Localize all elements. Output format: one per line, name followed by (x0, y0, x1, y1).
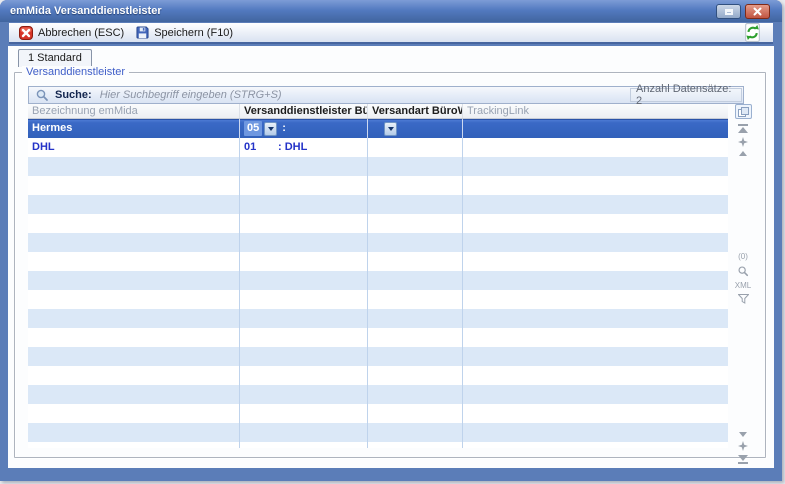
tab-standard[interactable]: 1 Standard (18, 49, 92, 67)
dropdown-button[interactable] (264, 122, 277, 136)
xml-export-icon[interactable]: XML (735, 281, 751, 290)
table-row-empty (28, 442, 728, 448)
filter-icon[interactable] (738, 294, 749, 304)
groupbox-label: Versanddienstleister (22, 66, 129, 78)
column-chooser-icon (738, 107, 749, 117)
search-placeholder: Hier Suchbegriff eingeben (STRG+S) (100, 89, 282, 101)
code-suffix: : DHL (278, 138, 307, 157)
title-bar[interactable]: emMida Versanddienstleister (0, 0, 782, 22)
chevron-down-icon (268, 127, 274, 131)
zoom-search-icon[interactable] (737, 265, 749, 277)
maximize-icon (725, 9, 733, 15)
search-input[interactable]: Suche: Hier Suchbegriff eingeben (STRG+S… (28, 86, 744, 104)
grid-body-empty (28, 157, 728, 448)
cell-trackinglink[interactable] (463, 138, 728, 157)
table-row[interactable]: DHL 01 : DHL (28, 138, 728, 157)
grid-header: Bezeichnung emMida Versanddienstleister … (28, 104, 728, 119)
save-button-label: Speichern (F10) (154, 27, 233, 39)
search-label: Suche: (55, 89, 92, 101)
cell-versandart[interactable] (368, 138, 463, 157)
window-border-bottom (0, 468, 782, 481)
table-row-empty (28, 233, 728, 252)
scroll-bottom-button[interactable] (738, 455, 748, 464)
dropdown-button[interactable] (384, 122, 397, 136)
screen: emMida Versanddienstleister (0, 0, 785, 484)
cell-trackinglink[interactable] (463, 119, 728, 138)
code-chip[interactable]: 05 (244, 121, 262, 136)
code-value: 01 (244, 138, 278, 157)
cell-versanddienstleister[interactable]: 01 : DHL (240, 138, 368, 157)
cell-versandart[interactable] (368, 119, 463, 138)
save-button[interactable]: Speichern (F10) (132, 24, 241, 42)
record-count: Anzahl Datensätze: 2 (630, 88, 742, 102)
table-row-empty (28, 347, 728, 366)
table-row-empty (28, 404, 728, 423)
column-header-trackinglink[interactable]: TrackingLink (463, 104, 728, 118)
table-row-empty (28, 423, 728, 442)
column-chooser-button[interactable] (735, 104, 752, 119)
record-indicator-icon[interactable]: (0) (738, 252, 748, 261)
scroll-up-icon[interactable] (739, 151, 747, 156)
save-icon (136, 26, 149, 39)
window-title: emMida Versanddienstleister (0, 5, 162, 17)
data-grid: Bezeichnung emMida Versanddienstleister … (28, 104, 728, 448)
app-window: emMida Versanddienstleister (0, 0, 782, 481)
refresh-button[interactable] (739, 23, 765, 42)
search-icon (35, 88, 49, 102)
table-row-empty (28, 366, 728, 385)
scroll-up-page-icon[interactable] (738, 137, 748, 147)
table-row-empty (28, 328, 728, 347)
close-icon (753, 7, 762, 16)
maximize-button[interactable] (716, 4, 741, 19)
table-row-empty (28, 385, 728, 404)
table-row-empty (28, 309, 728, 328)
cell-bezeichnung[interactable]: DHL (28, 138, 240, 157)
table-row-empty (28, 214, 728, 233)
cancel-button-label: Abbrechen (ESC) (38, 27, 124, 39)
cell-versanddienstleister[interactable]: 05 : (240, 119, 368, 138)
table-row-empty (28, 195, 728, 214)
table-row-empty (28, 157, 728, 176)
table-row[interactable]: Hermes 05 : (28, 119, 728, 138)
refresh-icon (742, 22, 763, 43)
table-row-empty (28, 252, 728, 271)
client-area: 1 Standard Versanddienstleister Suche: H… (8, 46, 774, 468)
toolbar: Abbrechen (ESC) Speichern (F10) (9, 23, 773, 44)
grid-side-rail: (0) XML (732, 104, 754, 468)
column-header-versandart[interactable]: Versandart BüroWARE (368, 104, 463, 118)
code-suffix: : (282, 119, 286, 138)
cancel-button[interactable]: Abbrechen (ESC) (15, 24, 132, 42)
table-row-empty (28, 290, 728, 309)
cell-bezeichnung[interactable]: Hermes (28, 119, 240, 138)
scroll-down-page-icon[interactable] (738, 441, 748, 451)
table-row-empty (28, 271, 728, 290)
groupbox-versanddienstleister: Versanddienstleister Suche: Hier Suchbeg… (14, 72, 766, 458)
scroll-top-button[interactable] (738, 124, 748, 133)
cancel-icon (19, 26, 33, 40)
close-button[interactable] (745, 4, 770, 19)
column-header-bezeichnung[interactable]: Bezeichnung emMida (28, 104, 240, 118)
scroll-bottom-icon (738, 455, 748, 461)
window-border-right (774, 22, 782, 481)
scroll-down-icon[interactable] (739, 432, 747, 437)
scroll-top-icon (738, 124, 748, 126)
column-header-versanddienstleister[interactable]: Versanddienstleister BüroWARE (240, 104, 368, 118)
table-row-empty (28, 176, 728, 195)
chevron-down-icon (388, 127, 394, 131)
